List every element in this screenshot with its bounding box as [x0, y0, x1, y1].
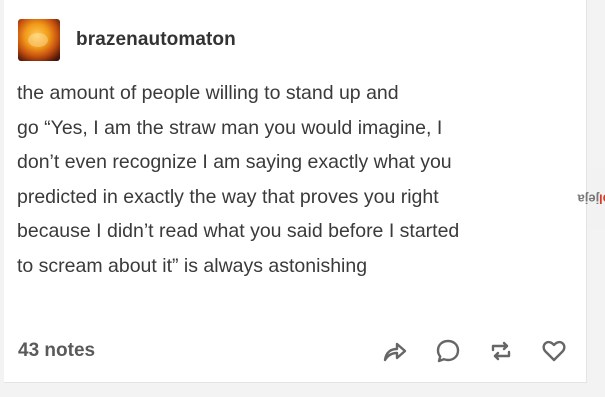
tumblr-post: brazenautomaton the amount of people wil…	[4, 0, 587, 383]
watermark-text: jeja.pl	[578, 188, 605, 210]
post-username[interactable]: brazenautomaton	[76, 29, 236, 51]
jeja-watermark: jeja.pl	[578, 168, 605, 230]
reblog-icon	[491, 341, 511, 361]
post-footer: 43 notes	[18, 336, 572, 366]
share-arrow-icon	[383, 342, 407, 362]
post-body-line: predicted in exactly the way that proves…	[17, 185, 439, 208]
reblog-button[interactable]	[485, 336, 517, 366]
heart-icon	[542, 340, 566, 362]
share-button[interactable]	[379, 336, 411, 366]
fiery-avatar-icon[interactable]	[18, 19, 60, 61]
post-body-line: go “Yes, I am the straw man you would im…	[17, 116, 443, 139]
reply-bubble-icon	[436, 339, 460, 363]
post-body-line: the amount of people willing to stand up…	[17, 82, 399, 104]
post-header: brazenautomaton	[18, 19, 236, 61]
post-body-line: don’t even recognize I am saying exactly…	[17, 151, 452, 173]
notes-count[interactable]: 43 notes	[18, 340, 95, 362]
post-actions	[379, 336, 570, 366]
post-body-line: because I didn’t read what you said befo…	[17, 220, 460, 242]
like-button[interactable]	[538, 336, 570, 366]
watermark-suffix: .pl	[599, 191, 605, 207]
page: brazenautomaton the amount of people wil…	[0, 0, 605, 397]
post-body: the amount of people willing to stand up…	[17, 76, 573, 283]
post-body-line: to scream about it” is always astonishin…	[17, 254, 368, 277]
reply-button[interactable]	[432, 336, 464, 366]
